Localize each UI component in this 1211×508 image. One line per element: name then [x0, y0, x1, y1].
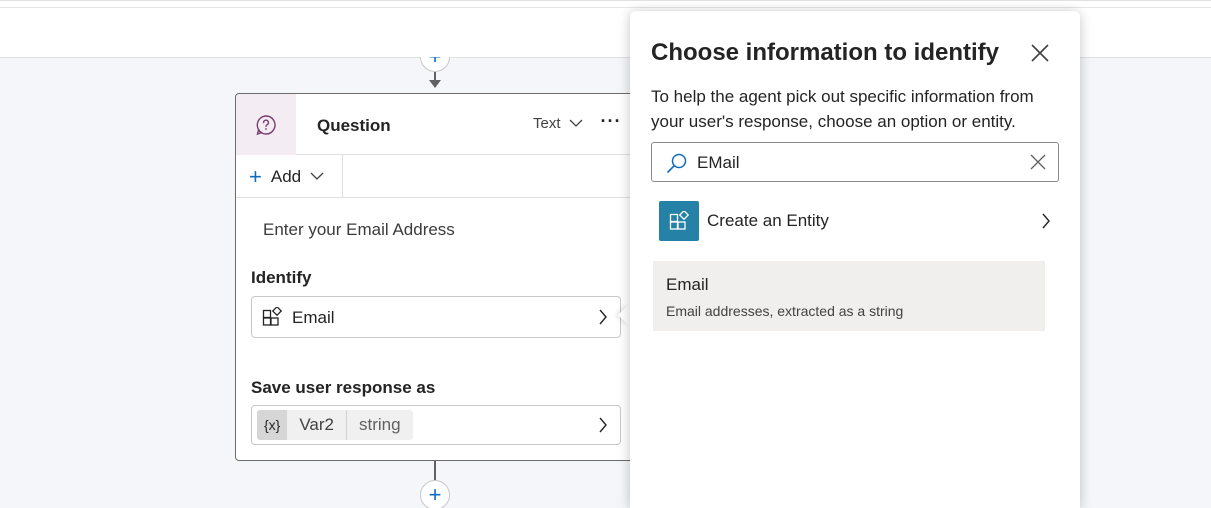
entity-search-box[interactable] [651, 142, 1059, 182]
variable-pill: {x} Var2 string [257, 410, 413, 440]
node-header: Question Text ··· [236, 94, 634, 155]
entity-result-email[interactable]: Email Email addresses, extracted as a st… [653, 261, 1045, 331]
panel-description: To help the agent pick out specific info… [651, 87, 1034, 131]
entity-blocks-icon [669, 211, 689, 230]
close-button[interactable] [1028, 41, 1052, 65]
add-node-bottom-button[interactable]: + [420, 480, 450, 508]
chevron-down-icon [310, 172, 324, 180]
variable-type: string [347, 410, 413, 440]
more-options-button[interactable]: ··· [598, 108, 624, 134]
clear-search-icon[interactable] [1030, 154, 1046, 170]
toolbar-divider [0, 7, 1211, 8]
add-bar: + Add [236, 155, 634, 198]
entity-search-input[interactable] [697, 151, 1017, 175]
variable-name: Var2 [287, 410, 348, 440]
result-title: Email [666, 275, 709, 294]
plus-icon: + [428, 482, 442, 507]
panel-title: Choose information to identify [651, 39, 999, 66]
entity-tile [659, 201, 699, 241]
connector-bottom [434, 461, 436, 481]
more-options-icon: ··· [600, 110, 622, 131]
entity-blocks-icon [262, 307, 282, 326]
search-icon [667, 153, 687, 173]
question-prompt-text[interactable]: Enter your Email Address [263, 220, 455, 240]
chevron-right-icon [599, 309, 607, 325]
create-entity-button[interactable]: Create an Entity [659, 200, 1051, 242]
plus-icon: + [249, 163, 262, 189]
question-icon-box [236, 94, 296, 155]
create-entity-label: Create an Entity [707, 211, 829, 230]
variable-selector[interactable]: {x} Var2 string [251, 405, 621, 445]
add-label: Add [270, 166, 302, 186]
add-button[interactable]: + Add [236, 155, 343, 198]
identify-label: Identify [251, 268, 312, 287]
node-title: Question [317, 116, 391, 135]
chevron-right-icon [1042, 213, 1050, 229]
chevron-right-icon [599, 417, 607, 433]
chevron-down-icon [569, 119, 582, 127]
question-node[interactable]: Question Text ··· + Add Enter your Email… [235, 93, 635, 461]
identify-panel: Choose information to identify To help t… [630, 11, 1080, 508]
variable-icon: {x} [257, 410, 288, 440]
identify-value: Email [292, 308, 335, 327]
response-type-label: Text [533, 115, 561, 132]
question-bubble-icon [256, 114, 276, 135]
connector-arrow-icon [429, 80, 441, 88]
result-description: Email addresses, extracted as a string [666, 303, 904, 319]
identify-selector[interactable]: Email [251, 296, 621, 338]
save-response-label: Save user response as [251, 378, 436, 397]
response-type-dropdown[interactable]: Text [533, 115, 583, 132]
close-icon [1031, 44, 1049, 62]
